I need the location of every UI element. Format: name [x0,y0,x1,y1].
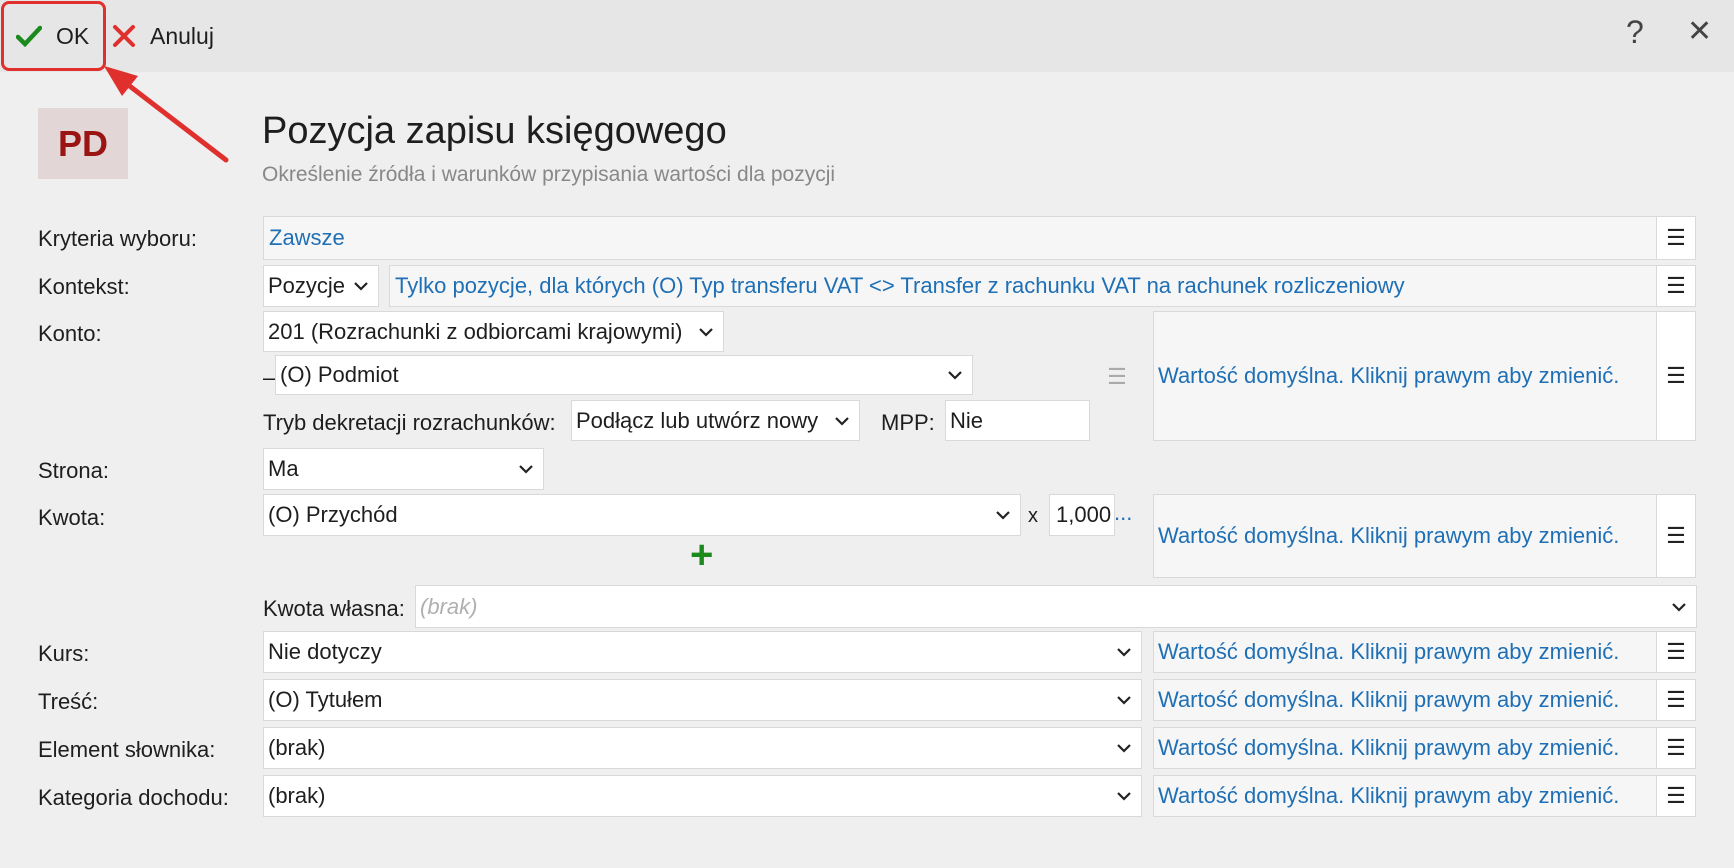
income-category-default-field[interactable]: Wartość domyślna. Kliknij prawym aby zmi… [1153,775,1657,817]
settlement-mode-select[interactable]: Podłącz lub utwórz nowy [571,400,860,441]
multiplier-more-button[interactable]: ... [1114,500,1132,526]
dictionary-select[interactable]: (brak) [263,727,1142,769]
content-value: (O) Tytułem [268,687,383,712]
chevron-down-icon [986,510,1020,520]
account-menu-icon[interactable]: ☰ [1656,311,1696,441]
amount-label: Kwota: [38,505,106,530]
chevron-down-icon [938,370,972,380]
amount-menu-icon[interactable]: ☰ [1656,494,1696,578]
account-value: 201 (Rozrachunki z odbiorcami krajowymi) [268,318,683,344]
chevron-down-icon [825,416,859,426]
content-menu-icon[interactable]: ☰ [1656,679,1696,721]
help-icon[interactable]: ? [1626,14,1644,51]
account-subject-value: (O) Podmiot [280,362,399,387]
dictionary-default-field[interactable]: Wartość domyślna. Kliknij prawym aby zmi… [1153,727,1657,769]
dictionary-menu-icon[interactable]: ☰ [1656,727,1696,769]
account-default-text: Wartość domyślna. Kliknij prawym aby zmi… [1158,363,1620,388]
rate-value: Nie dotyczy [268,639,382,664]
account-subject-menu-icon[interactable]: ☰ [1100,362,1134,392]
chevron-down-icon [1107,695,1141,705]
page-title: Pozycja zapisu księgowego [262,110,727,152]
add-plus-icon[interactable]: + [690,533,713,578]
multiply-sign: x [1028,505,1038,527]
chevron-down-icon [344,281,378,291]
mpp-label: MPP: [881,410,935,435]
context-condition: Tylko pozycje, dla których (O) Typ trans… [395,273,1405,298]
ok-button[interactable]: OK [1,1,106,71]
rate-default-field[interactable]: Wartość domyślna. Kliknij prawym aby zmi… [1153,631,1657,673]
amount-default-text: Wartość domyślna. Kliknij prawym aby zmi… [1158,523,1620,548]
content-select[interactable]: (O) Tytułem [263,679,1142,721]
account-default-field[interactable]: Wartość domyślna. Kliknij prawym aby zmi… [1153,311,1657,441]
context-value: Pozycje [268,273,344,298]
account-select[interactable]: 201 (Rozrachunki z odbiorcami krajowymi) [263,311,724,352]
rate-label: Kurs: [38,641,90,666]
amount-select[interactable]: (O) Przychód [263,494,1021,536]
dictionary-label: Element słownika: [38,737,216,762]
chevron-down-icon [1107,743,1141,753]
content-label: Treść: [38,689,99,714]
criteria-label: Kryteria wyboru: [38,226,197,251]
settlement-mode-value: Podłącz lub utwórz nowy [576,407,819,433]
income-category-value: (brak) [268,783,326,808]
own-amount-label: Kwota własna: [263,596,405,621]
close-icon[interactable]: ✕ [1687,14,1712,49]
multiplier-value: 1,000 [1056,502,1112,527]
side-value: Ma [268,456,299,481]
mpp-value: Nie [950,407,984,433]
context-menu-icon[interactable]: ☰ [1656,265,1696,307]
rate-select[interactable]: Nie dotyczy [263,631,1142,673]
chevron-down-icon [1662,602,1696,612]
criteria-field[interactable]: Zawsze [263,216,1661,260]
chevron-down-icon [1107,647,1141,657]
context-label: Kontekst: [38,274,130,299]
account-label: Konto: [38,321,102,346]
chevron-down-icon [509,464,543,474]
check-icon [16,25,42,47]
side-select[interactable]: Ma [263,448,544,490]
mpp-field[interactable]: Nie [945,400,1090,441]
content-default-text: Wartość domyślna. Kliknij prawym aby zmi… [1158,687,1620,712]
own-amount-placeholder: (brak) [420,593,478,619]
rate-default-text: Wartość domyślna. Kliknij prawym aby zmi… [1158,639,1620,664]
criteria-value: Zawsze [269,225,345,250]
toolbar [0,0,1734,72]
document-type-badge: PD [38,108,128,179]
income-category-label: Kategoria dochodu: [38,785,229,810]
dictionary-default-text: Wartość domyślna. Kliknij prawym aby zmi… [1158,735,1620,760]
content-default-field[interactable]: Wartość domyślna. Kliknij prawym aby zmi… [1153,679,1657,721]
context-select[interactable]: Pozycje [263,265,379,307]
cancel-label: Anuluj [150,22,214,49]
account-dash: – [263,365,276,390]
income-category-select[interactable]: (brak) [263,775,1142,817]
context-condition-field[interactable]: Tylko pozycje, dla których (O) Typ trans… [389,265,1661,307]
income-category-default-text: Wartość domyślna. Kliknij prawym aby zmi… [1158,783,1620,808]
side-label: Strona: [38,458,109,483]
ok-label: OK [56,22,90,49]
chevron-down-icon [689,327,723,337]
page-subtitle: Określenie źródła i warunków przypisania… [262,163,836,186]
criteria-menu-icon[interactable]: ☰ [1656,216,1696,260]
income-category-menu-icon[interactable]: ☰ [1656,775,1696,817]
own-amount-select[interactable]: (brak) [415,585,1697,628]
account-subject-select[interactable]: (O) Podmiot [275,355,973,395]
chevron-down-icon [1107,791,1141,801]
close-x-icon [113,25,135,47]
settlement-mode-label: Tryb dekretacji rozrachunków: [263,410,556,435]
dictionary-value: (brak) [268,735,326,760]
multiplier-field[interactable]: 1,000 [1049,494,1115,536]
rate-menu-icon[interactable]: ☰ [1656,631,1696,673]
amount-default-field[interactable]: Wartość domyślna. Kliknij prawym aby zmi… [1153,494,1657,578]
amount-value: (O) Przychód [268,502,398,527]
